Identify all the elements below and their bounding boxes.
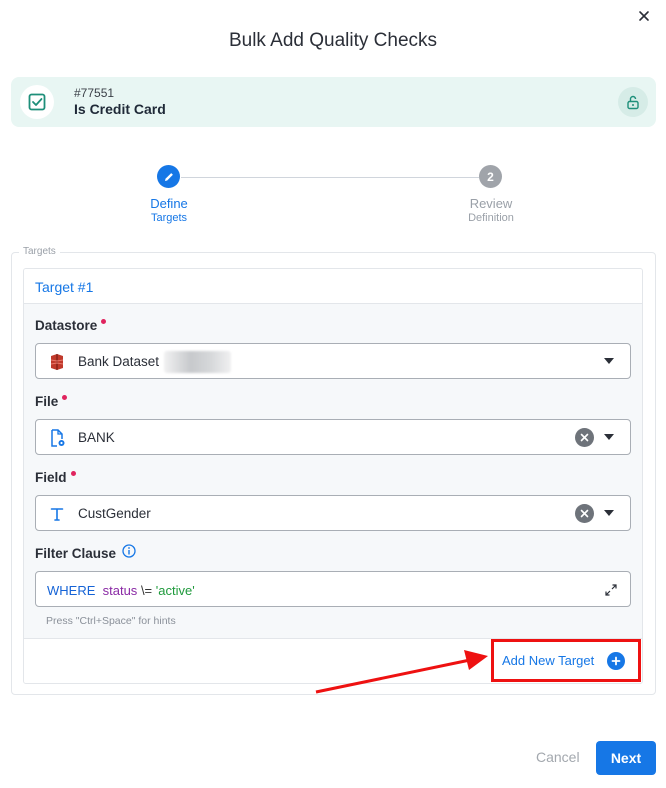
close-icon[interactable]: [636, 8, 652, 24]
text-type-icon: [47, 504, 67, 524]
plus-icon: [607, 651, 626, 670]
redacted-region: [164, 351, 231, 373]
next-button[interactable]: Next: [596, 741, 656, 775]
filter-clause-editor[interactable]: WHERE status \= 'active': [35, 571, 631, 607]
target-card: Target #1 Datastore Bank Dataset File BA…: [23, 268, 643, 684]
field-value: CustGender: [78, 506, 151, 521]
filter-hint: Press "Ctrl+Space" for hints: [46, 615, 176, 627]
pencil-icon[interactable]: [157, 165, 180, 188]
add-new-target-label: Add New Target: [502, 653, 595, 668]
chevron-down-icon[interactable]: [604, 510, 614, 516]
check-id: #77551: [74, 86, 115, 100]
info-icon[interactable]: [122, 544, 136, 561]
file-label: File: [35, 394, 68, 409]
datastore-value: Bank Dataset: [78, 354, 160, 369]
datastore-select[interactable]: Bank Dataset: [35, 343, 631, 379]
file-value: BANK: [78, 430, 115, 445]
add-new-target-button[interactable]: Add New Target: [491, 639, 641, 682]
cancel-button[interactable]: Cancel: [536, 749, 580, 765]
expand-icon[interactable]: [604, 582, 618, 596]
sql-string: 'active': [155, 583, 195, 598]
required-indicator: [70, 471, 76, 476]
clear-icon[interactable]: [575, 504, 594, 523]
step-label-line1: Define: [150, 196, 188, 211]
chevron-down-icon[interactable]: [604, 358, 614, 364]
check-name: Is Credit Card: [74, 101, 166, 117]
step-define-targets[interactable]: Define Targets: [119, 197, 219, 225]
target-title: Target #1: [35, 279, 94, 295]
sql-code-line: WHERE status \= 'active': [47, 583, 195, 598]
datastore-label: Datastore: [35, 318, 107, 333]
unlock-icon[interactable]: [618, 87, 648, 117]
file-gear-icon: [47, 428, 67, 448]
required-indicator: [62, 395, 68, 400]
field-label: Field: [35, 470, 76, 485]
step-review-definition[interactable]: Review Definition: [441, 197, 541, 225]
targets-legend: Targets: [19, 246, 60, 257]
step-label-line2: Targets: [150, 212, 188, 224]
check-summary-card: #77551 Is Credit Card: [11, 77, 656, 127]
step-label-line1: Review: [469, 196, 513, 211]
field-select[interactable]: CustGender: [35, 495, 631, 531]
file-select[interactable]: BANK: [35, 419, 631, 455]
stepper-connector: [181, 177, 479, 178]
clear-icon[interactable]: [575, 428, 594, 447]
sql-identifier: status: [102, 583, 138, 598]
required-indicator: [101, 319, 107, 324]
chevron-down-icon[interactable]: [604, 434, 614, 440]
step-label-line2: Definition: [468, 212, 514, 224]
step-number[interactable]: 2: [479, 165, 502, 188]
check-square-icon: [20, 85, 54, 119]
target-header: Target #1: [24, 269, 642, 304]
amazon-s3-icon: [47, 352, 67, 372]
dialog-title: Bulk Add Quality Checks: [228, 30, 438, 51]
sql-operator: \=: [140, 583, 153, 598]
sql-keyword: WHERE: [47, 583, 96, 598]
filter-clause-label: Filter Clause: [35, 544, 136, 561]
